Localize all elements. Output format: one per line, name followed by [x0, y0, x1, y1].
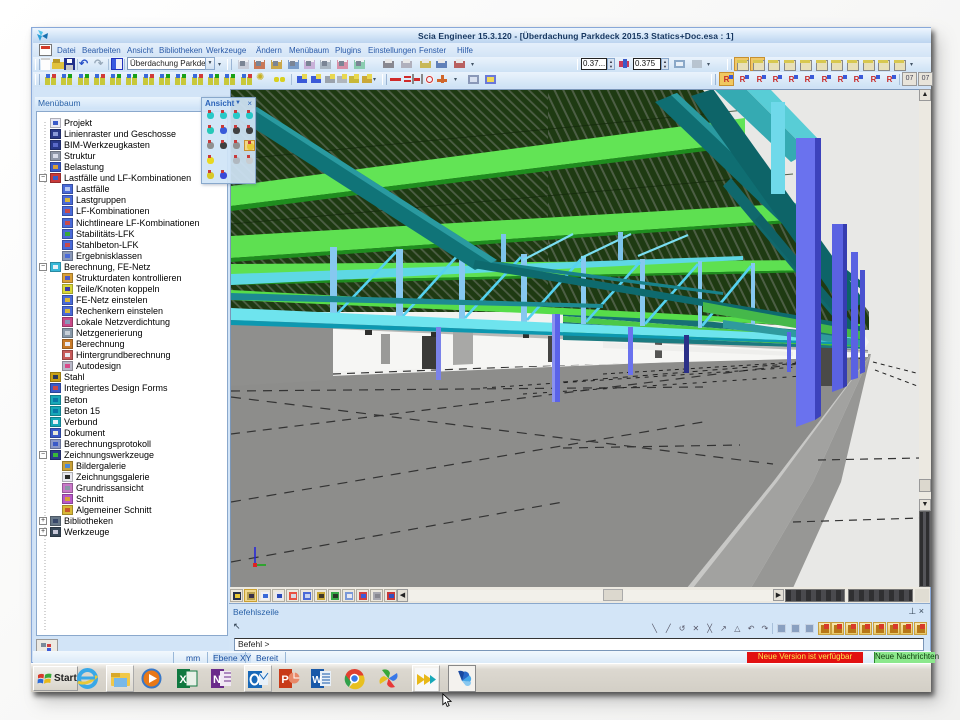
svg-text:W: W	[312, 675, 322, 686]
svg-text:X: X	[179, 674, 187, 686]
svg-text:N: N	[213, 674, 221, 686]
svg-text:P: P	[281, 674, 288, 686]
